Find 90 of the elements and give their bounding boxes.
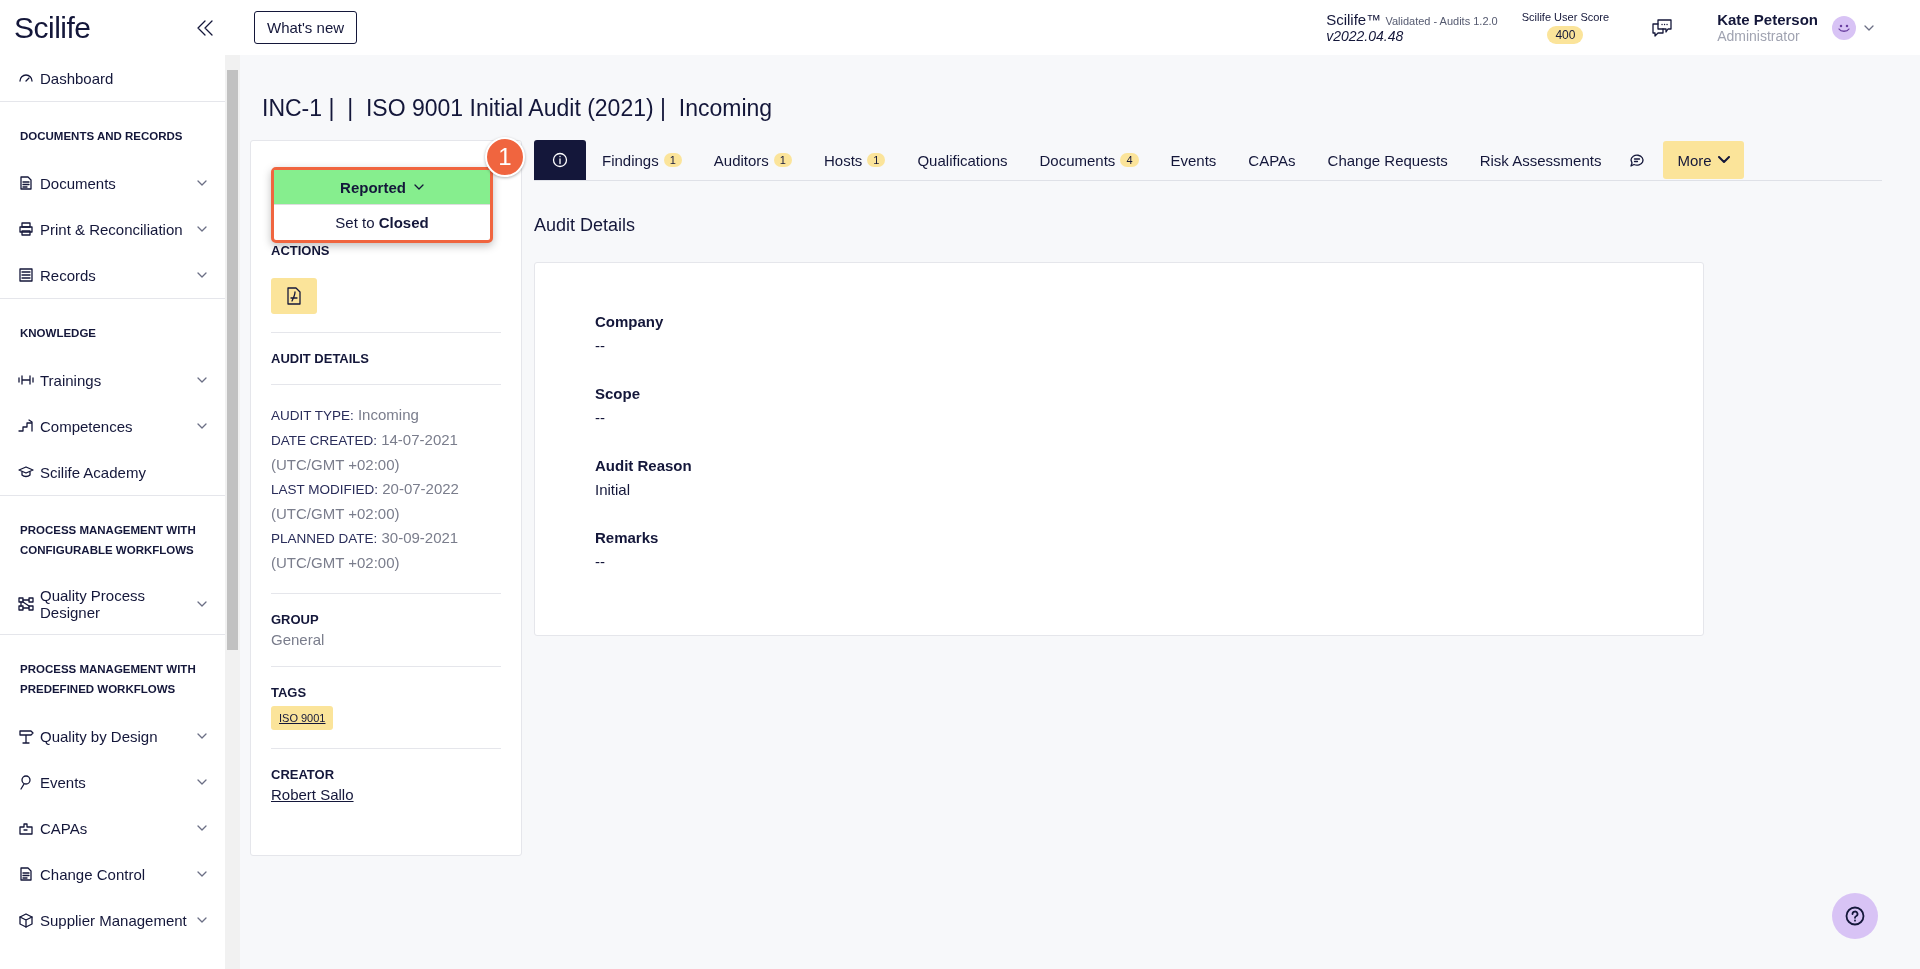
app-edition: Validated - Audits 1.2.0: [1385, 15, 1498, 27]
detail-line: LAST MODIFIED: 20-07-2022 (UTC/GMT +02:00): [271, 479, 460, 524]
field-value: --: [595, 553, 605, 570]
detail-line: AUDIT TYPE: Incoming: [271, 405, 420, 425]
help-icon: [1845, 906, 1865, 926]
steps-icon: [18, 418, 34, 434]
pin-icon: [18, 774, 34, 790]
score-badge: 400: [1547, 26, 1584, 44]
sidebar-item[interactable]: Dashboard: [0, 55, 225, 101]
app-name: Scilife™: [1326, 11, 1382, 28]
chevron-down-icon: [1864, 24, 1874, 31]
more-button[interactable]: More: [1663, 141, 1744, 179]
smile-icon: [1837, 22, 1851, 33]
collapse-icon[interactable]: [196, 18, 214, 37]
app-logo[interactable]: Scilife: [14, 10, 91, 45]
score-label: Scilife User Score: [1521, 11, 1610, 23]
section-heading: CREATOR: [271, 767, 336, 782]
field-label: Scope: [595, 385, 640, 402]
sidebar-item[interactable]: CAPAs: [0, 805, 225, 851]
tab[interactable]: Qualifications: [901, 140, 1024, 180]
sidebar-item[interactable]: Quality Process Designer: [0, 574, 225, 634]
user-role: Administrator: [1717, 28, 1801, 44]
app-version: v2022.04.48: [1326, 28, 1405, 44]
sidebar-item[interactable]: Scilife Academy: [0, 449, 225, 495]
section-heading: PROCESS MANAGEMENT WITH CONFIGURABLE WORKFLOWS: [20, 523, 197, 558]
sidebar-item[interactable]: Competences: [0, 403, 225, 449]
detail-line: DATE CREATED: 14-07-2021 (UTC/GMT +02:00): [271, 430, 459, 475]
count-badge: 1: [663, 153, 682, 167]
graduation-cap-icon: [18, 464, 34, 480]
scrollbar[interactable]: [225, 55, 240, 969]
tab[interactable]: Hosts 1: [808, 140, 902, 180]
sidebar-item[interactable]: Change Control: [0, 851, 225, 897]
tab[interactable]: Events: [1154, 140, 1233, 180]
tab[interactable]: CAPAs: [1232, 140, 1312, 180]
sidebar-item[interactable]: Records: [0, 252, 225, 298]
comment-icon: [1629, 152, 1646, 168]
info-tab[interactable]: [534, 140, 586, 180]
section-heading: KNOWLEDGE: [20, 326, 98, 341]
field-value: --: [595, 337, 605, 354]
box-icon: [18, 912, 34, 928]
info-icon: [552, 152, 568, 168]
whats-new-button[interactable]: What's new: [254, 11, 358, 44]
step-number-badge: 1: [485, 137, 525, 177]
records-icon: [18, 267, 34, 283]
pdf-file-icon: [286, 287, 302, 305]
count-badge: 1: [773, 153, 792, 167]
section-title: Audit Details: [534, 215, 636, 236]
field-label: Remarks: [595, 529, 659, 546]
flow-icon: [18, 596, 34, 612]
signpost-icon: [18, 728, 34, 744]
page-title: INC-1 | | ISO 9001 Initial Audit (2021) | Incoming: [262, 95, 773, 122]
printer-icon: [18, 221, 34, 237]
section-heading: DOCUMENTS AND RECORDS: [20, 129, 184, 144]
field-label: Company: [595, 313, 664, 330]
count-badge: 4: [1120, 153, 1139, 167]
help-button[interactable]: [1832, 893, 1878, 939]
status-option[interactable]: Set to Closed: [274, 204, 490, 240]
section-heading: ACTIONS: [271, 243, 331, 258]
chat-icon[interactable]: [1651, 17, 1674, 38]
section-heading: AUDIT DETAILS: [271, 351, 370, 366]
section-heading: GROUP: [271, 612, 320, 627]
field-value: Initial: [595, 481, 631, 498]
count-badge: 1: [867, 153, 886, 167]
detail-line: PLANNED DATE: 30-09-2021 (UTC/GMT +02:00): [271, 528, 460, 573]
tab[interactable]: Auditors 1: [697, 140, 808, 180]
user-name: Kate Peterson: [1717, 11, 1818, 28]
pdf-export-button[interactable]: [271, 278, 317, 314]
chevron-down-icon: [1717, 156, 1730, 164]
field-label: Audit Reason: [595, 457, 692, 474]
document-icon: [18, 866, 34, 882]
field-value: --: [595, 409, 605, 426]
sidebar-item[interactable]: Events: [0, 759, 225, 805]
section-heading: TAGS: [271, 685, 308, 700]
chevron-down-icon: [413, 184, 424, 190]
status-dropdown[interactable]: Reported: [274, 170, 490, 204]
sidebar-item[interactable]: Print & Reconciliation: [0, 206, 225, 252]
creator-link[interactable]: Robert Sallo: [271, 786, 354, 803]
group-value: General: [271, 631, 326, 648]
document-icon: [18, 175, 34, 191]
section-heading: PROCESS MANAGEMENT WITH PREDEFINED WORKFLOWS: [20, 662, 197, 697]
tab[interactable]: Risk Assessments: [1463, 140, 1618, 180]
tab[interactable]: Change Requests: [1311, 140, 1464, 180]
sidebar-item[interactable]: Supplier Management: [0, 897, 225, 943]
sidebar-item[interactable]: Quality by Design: [0, 713, 225, 759]
tab[interactable]: Findings 1: [586, 140, 698, 180]
tab[interactable]: Documents 4: [1023, 140, 1155, 180]
sidebar-item[interactable]: Trainings: [0, 357, 225, 403]
sidebar-item[interactable]: Documents: [0, 160, 225, 206]
avatar[interactable]: [1832, 15, 1856, 40]
tag-chip[interactable]: ISO 9001: [271, 706, 334, 730]
